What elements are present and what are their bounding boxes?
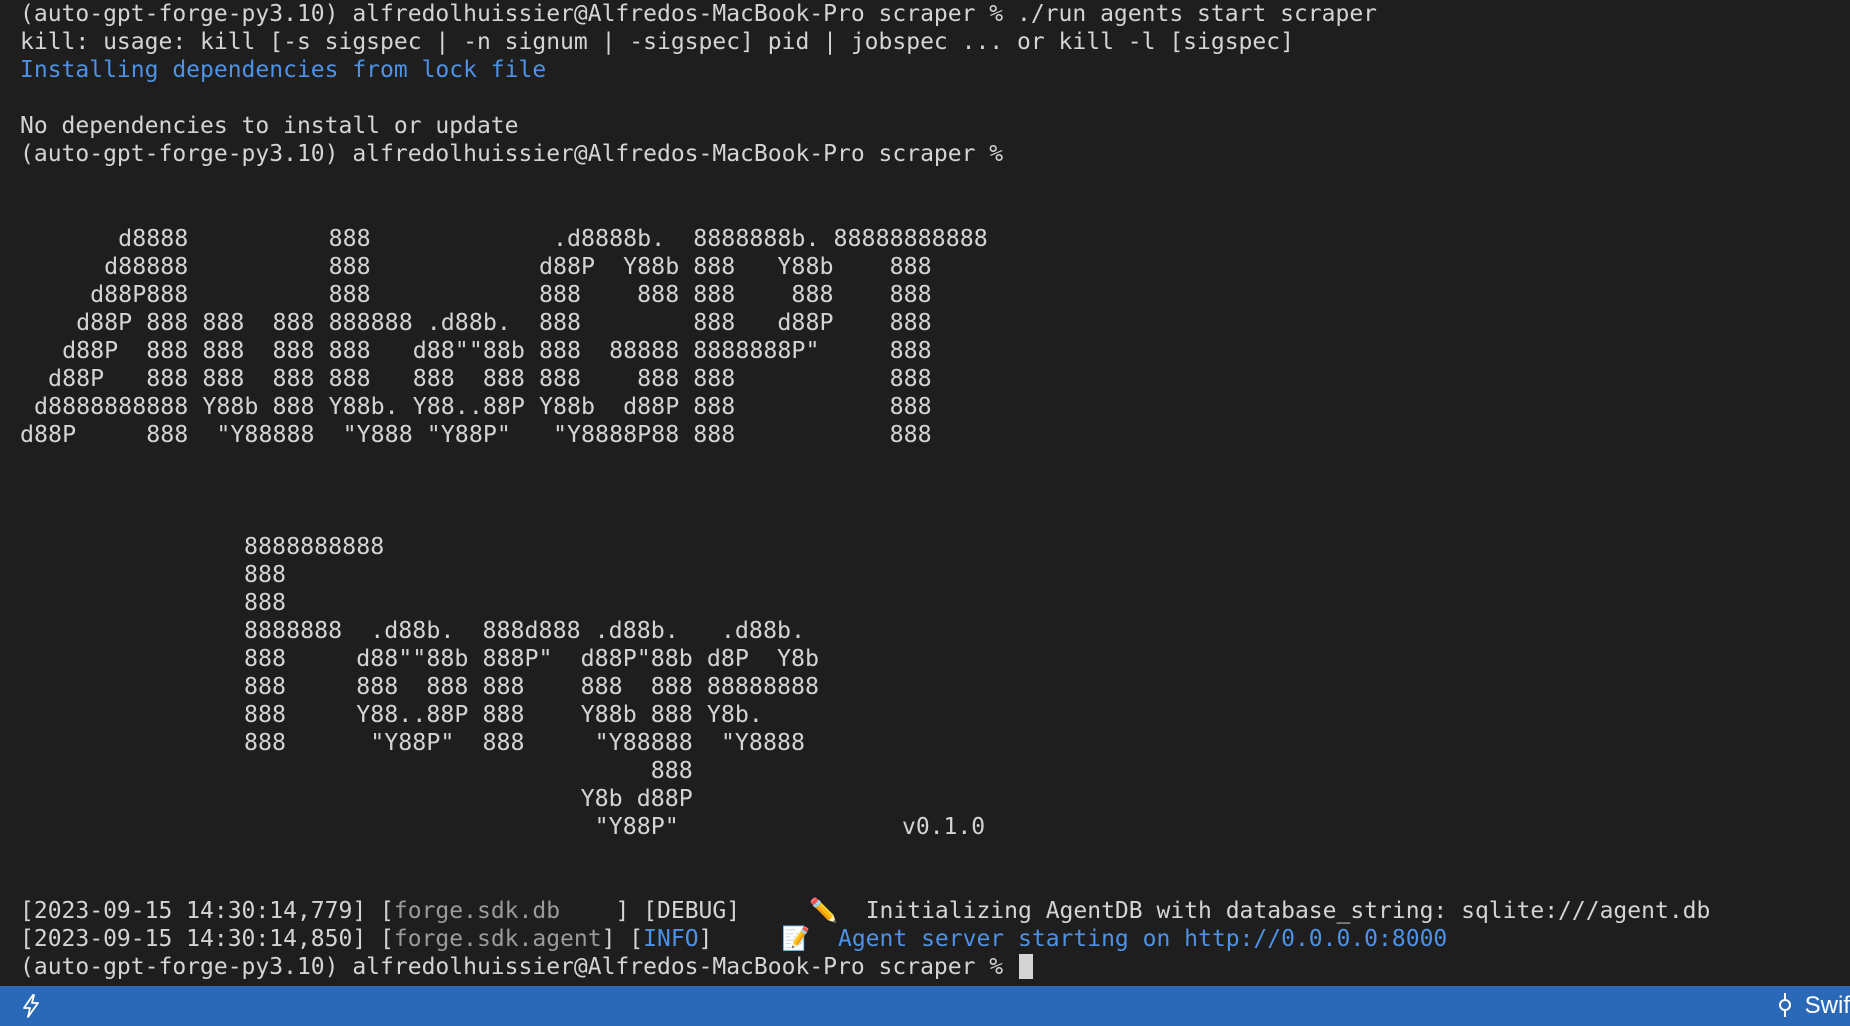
memo-emoji-icon: 📝 [781,926,811,952]
forge-ascii-banner: 8888888888 888 888 8888888 .d88b. 888d88… [244,533,820,840]
terminal-output[interactable]: (auto-gpt-forge-py3.10) alfredolhuissier… [0,0,1850,986]
log-timestamp: [2023-09-15 14:30:14,850] [20,926,367,952]
status-bar: Swif [0,986,1850,1026]
version-label: v0.1.0 [902,814,986,840]
autogpt-ascii-banner: d8888 888 .d8888b. 8888888b. 88888888888… [20,225,988,448]
lightning-icon[interactable] [18,993,44,1023]
command-line: (auto-gpt-forge-py3.10) alfredolhuissier… [20,1,1378,27]
log-level-info: INFO [643,926,699,952]
terminal-cursor [1019,954,1033,979]
log-logger: forge.sdk.agent [393,926,602,952]
pencil-emoji-icon: ✏️ [809,898,838,924]
log-level-debug: DEBUG [657,898,727,924]
log-line-db: [2023-09-15 14:30:14,779] [forge.sdk.db … [20,898,1711,924]
status-bar-label[interactable]: Swif [1805,992,1850,1020]
installing-deps-line: Installing dependencies from lock file [20,57,547,83]
log-message: Agent server starting on http://0.0.0.0:… [837,926,1448,952]
log-message: Initializing AgentDB with database_strin… [865,898,1711,924]
log-logger: forge.sdk.db [393,898,561,924]
git-commit-icon [1775,992,1795,1022]
log-logger-pad [560,898,615,924]
status-bar-right[interactable]: Swif [1775,986,1850,1026]
log-timestamp: [2023-09-15 14:30:14,779] [20,898,367,924]
active-prompt-line[interactable]: (auto-gpt-forge-py3.10) alfredolhuissier… [20,953,1033,981]
no-deps-line: No dependencies to install or update [20,113,519,139]
kill-usage-line: kill: usage: kill [-s sigspec | -n signu… [20,29,1294,55]
shell-prompt: (auto-gpt-forge-py3.10) alfredolhuissier… [20,954,1017,980]
log-line-agent: [2023-09-15 14:30:14,850] [forge.sdk.age… [20,926,1448,952]
prompt-line: (auto-gpt-forge-py3.10) alfredolhuissier… [20,141,1004,167]
